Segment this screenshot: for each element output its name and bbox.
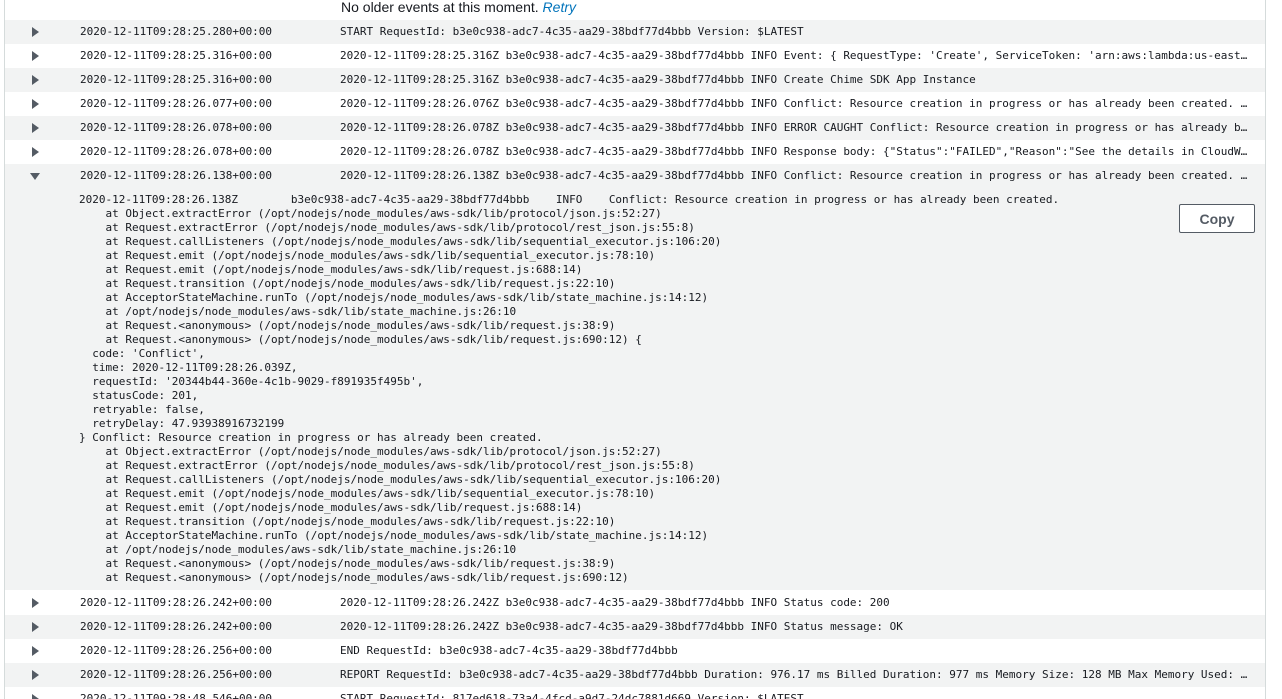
log-message: START RequestId: b3e0c938-adc7-4c35-aa29… bbox=[340, 25, 804, 38]
log-message: START RequestId: 817ed618-73a4-4fcd-a9d7… bbox=[340, 692, 804, 699]
log-row[interactable]: 2020-12-11T09:28:26.256+00:00 REPORT Req… bbox=[5, 663, 1265, 687]
log-timestamp: 2020-12-11T09:28:26.242+00:00 bbox=[80, 596, 273, 609]
log-events-panel: No older events at this moment. Retry 20… bbox=[4, 0, 1266, 699]
log-message: 2020-12-11T09:28:26.242Z b3e0c938-adc7-4… bbox=[340, 596, 890, 609]
copy-button[interactable]: Copy bbox=[1179, 204, 1255, 233]
log-timestamp: 2020-12-11T09:28:48.546+00:00 bbox=[80, 692, 273, 699]
retry-link[interactable]: Retry bbox=[543, 0, 576, 15]
log-message: 2020-12-11T09:28:26.138Z b3e0c938-adc7-4… bbox=[340, 169, 1248, 182]
log-message: 2020-12-11T09:28:26.076Z b3e0c938-adc7-4… bbox=[340, 97, 1248, 110]
expanded-log-detail: 2020-12-11T09:28:26.138Z b3e0c938-adc7-4… bbox=[5, 188, 1265, 590]
expand-caret-icon[interactable] bbox=[29, 140, 41, 164]
expand-caret-icon[interactable] bbox=[29, 20, 41, 44]
log-row[interactable]: 2020-12-11T09:28:25.316+00:00 2020-12-11… bbox=[5, 68, 1265, 92]
log-timestamp: 2020-12-11T09:28:25.316+00:00 bbox=[80, 49, 273, 62]
log-row-expanded[interactable]: 2020-12-11T09:28:26.138+00:00 2020-12-11… bbox=[5, 164, 1265, 188]
log-row[interactable]: 2020-12-11T09:28:25.316+00:00 2020-12-11… bbox=[5, 44, 1265, 68]
expand-caret-icon[interactable] bbox=[29, 92, 41, 116]
log-timestamp: 2020-12-11T09:28:26.138+00:00 bbox=[80, 169, 273, 182]
log-timestamp: 2020-12-11T09:28:26.256+00:00 bbox=[80, 668, 273, 681]
log-message: 2020-12-11T09:28:26.242Z b3e0c938-adc7-4… bbox=[340, 620, 903, 633]
log-row[interactable]: 2020-12-11T09:28:26.077+00:00 2020-12-11… bbox=[5, 92, 1265, 116]
log-row[interactable]: 2020-12-11T09:28:26.242+00:00 2020-12-11… bbox=[5, 615, 1265, 639]
expand-caret-icon[interactable] bbox=[29, 639, 41, 663]
log-timestamp: 2020-12-11T09:28:26.256+00:00 bbox=[80, 644, 273, 657]
log-message: 2020-12-11T09:28:26.078Z b3e0c938-adc7-4… bbox=[340, 121, 1248, 134]
log-row[interactable]: 2020-12-11T09:28:26.078+00:00 2020-12-11… bbox=[5, 140, 1265, 164]
expand-caret-icon[interactable] bbox=[29, 615, 41, 639]
log-timestamp: 2020-12-11T09:28:25.316+00:00 bbox=[80, 73, 273, 86]
log-timestamp: 2020-12-11T09:28:26.077+00:00 bbox=[80, 97, 273, 110]
log-row[interactable]: 2020-12-11T09:28:26.256+00:00 END Reques… bbox=[5, 639, 1265, 663]
expand-caret-icon[interactable] bbox=[29, 663, 41, 687]
expand-caret-icon[interactable] bbox=[29, 68, 41, 92]
collapse-caret-icon[interactable] bbox=[29, 164, 41, 188]
no-older-events-text: No older events at this moment. bbox=[341, 0, 539, 15]
log-row[interactable]: 2020-12-11T09:28:26.242+00:00 2020-12-11… bbox=[5, 591, 1265, 615]
log-message: 2020-12-11T09:28:26.078Z b3e0c938-adc7-4… bbox=[340, 145, 1248, 158]
log-timestamp: 2020-12-11T09:28:26.078+00:00 bbox=[80, 145, 273, 158]
log-message: END RequestId: b3e0c938-adc7-4c35-aa29-3… bbox=[340, 644, 678, 657]
log-detail-text: 2020-12-11T09:28:26.138Z b3e0c938-adc7-4… bbox=[79, 193, 1060, 584]
expand-caret-icon[interactable] bbox=[29, 116, 41, 140]
log-timestamp: 2020-12-11T09:28:26.078+00:00 bbox=[80, 121, 273, 134]
log-timestamp: 2020-12-11T09:28:26.242+00:00 bbox=[80, 620, 273, 633]
expand-caret-icon[interactable] bbox=[29, 44, 41, 68]
log-message: 2020-12-11T09:28:25.316Z b3e0c938-adc7-4… bbox=[340, 49, 1248, 62]
log-timestamp: 2020-12-11T09:28:25.280+00:00 bbox=[80, 25, 273, 38]
log-message: REPORT RequestId: b3e0c938-adc7-4c35-aa2… bbox=[340, 668, 1248, 681]
scrollbar-track[interactable] bbox=[1266, 0, 1282, 699]
expand-caret-icon[interactable] bbox=[29, 591, 41, 615]
no-older-events-notice: No older events at this moment. Retry bbox=[341, 0, 576, 17]
expand-caret-icon[interactable] bbox=[29, 687, 41, 699]
log-message: 2020-12-11T09:28:25.316Z b3e0c938-adc7-4… bbox=[340, 73, 976, 86]
log-row[interactable]: 2020-12-11T09:28:48.546+00:00 START Requ… bbox=[5, 687, 1265, 699]
log-row[interactable]: 2020-12-11T09:28:26.078+00:00 2020-12-11… bbox=[5, 116, 1265, 140]
log-row[interactable]: 2020-12-11T09:28:25.280+00:00 START Requ… bbox=[5, 20, 1265, 44]
